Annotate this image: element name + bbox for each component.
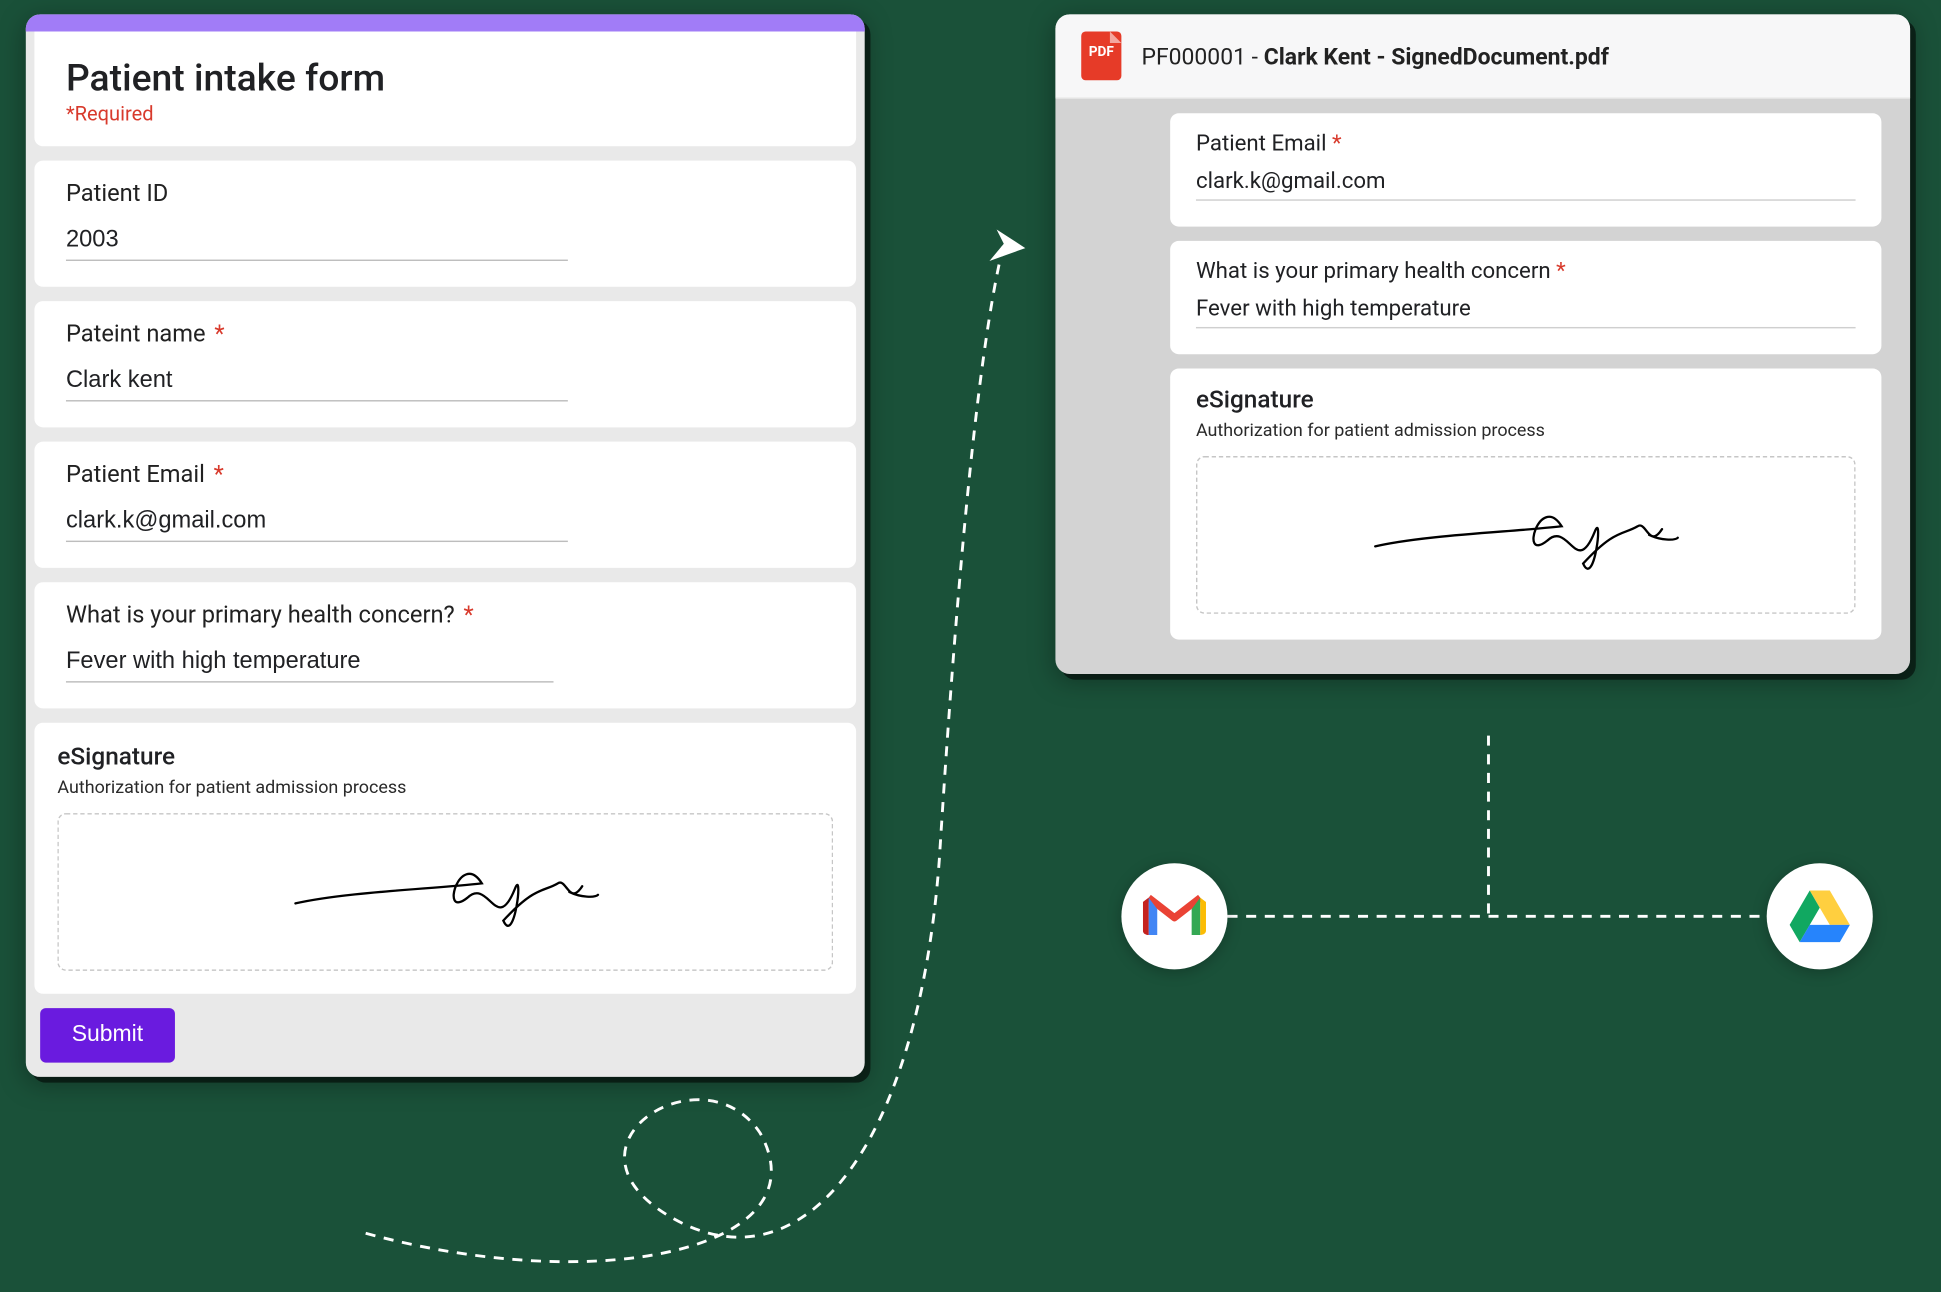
pdf-icon-label: PDF (1081, 44, 1121, 60)
pdf-filename-bold: Clark Kent - SignedDocument.pdf (1264, 42, 1609, 69)
signature-box[interactable] (57, 813, 833, 971)
intake-form: Patient intake form *Required Patient ID… (26, 14, 865, 1077)
health-concern-input[interactable] (66, 644, 554, 683)
pdf-concern-label: What is your primary health concern * (1196, 258, 1856, 284)
signature-scribble (1368, 478, 1683, 593)
pdf-email-card: Patient Email * clark.k@gmail.com (1170, 113, 1881, 226)
health-concern-label-text: What is your primary health concern? (66, 602, 455, 629)
submit-button[interactable]: Submit (40, 1008, 175, 1062)
signature-scribble (288, 835, 603, 950)
field-health-concern: What is your primary health concern? * (34, 582, 856, 708)
patient-name-label-text: Pateint name (66, 321, 206, 348)
pdf-panel: PDF PF000001 - Clark Kent - SignedDocume… (1055, 14, 1910, 674)
form-title: Patient intake form (66, 57, 825, 100)
form-header-card: Patient intake form *Required (34, 32, 856, 147)
patient-id-label: Patient ID (66, 181, 825, 208)
required-note: *Required (66, 103, 825, 126)
pdf-filename-prefix: PF000001 - (1141, 42, 1263, 69)
pdf-signature-subtitle: Authorization for patient admission proc… (1196, 420, 1856, 442)
patient-id-input[interactable] (66, 222, 568, 261)
signature-title: eSignature (57, 743, 833, 772)
pdf-signature-title: eSignature (1196, 386, 1856, 415)
patient-name-input[interactable] (66, 363, 568, 402)
pdf-concern-label-text: What is your primary health concern (1196, 258, 1551, 284)
pdf-header: PDF PF000001 - Clark Kent - SignedDocume… (1055, 14, 1910, 99)
required-asterisk: * (1332, 130, 1342, 156)
pdf-signature-box (1196, 456, 1856, 614)
pdf-concern-card: What is your primary health concern * Fe… (1170, 241, 1881, 354)
field-patient-id: Patient ID (34, 161, 856, 287)
form-accent-bar (26, 14, 865, 31)
pdf-icon: PDF (1081, 32, 1121, 81)
health-concern-label: What is your primary health concern? * (66, 602, 825, 629)
required-asterisk: * (211, 321, 224, 348)
patient-email-label: Patient Email * (66, 462, 825, 489)
required-asterisk: * (1556, 258, 1566, 284)
pdf-filename: PF000001 - Clark Kent - SignedDocument.p… (1141, 42, 1608, 69)
required-asterisk: * (211, 462, 224, 489)
signature-card: eSignature Authorization for patient adm… (34, 723, 856, 994)
patient-name-label: Pateint name * (66, 321, 825, 348)
field-patient-name: Pateint name * (34, 301, 856, 427)
signature-subtitle: Authorization for patient admission proc… (57, 777, 833, 799)
pdf-concern-value: Fever with high temperature (1196, 293, 1856, 329)
pdf-signature-card: eSignature Authorization for patient adm… (1170, 369, 1881, 640)
google-drive-icon (1767, 863, 1873, 969)
pdf-email-label: Patient Email * (1196, 130, 1856, 156)
gmail-icon (1121, 863, 1227, 969)
pdf-email-label-text: Patient Email (1196, 130, 1327, 156)
patient-email-label-text: Patient Email (66, 462, 205, 489)
patient-email-input[interactable] (66, 503, 568, 542)
pdf-email-value: clark.k@gmail.com (1196, 165, 1856, 201)
field-patient-email: Patient Email * (34, 442, 856, 568)
required-asterisk: * (461, 602, 474, 629)
